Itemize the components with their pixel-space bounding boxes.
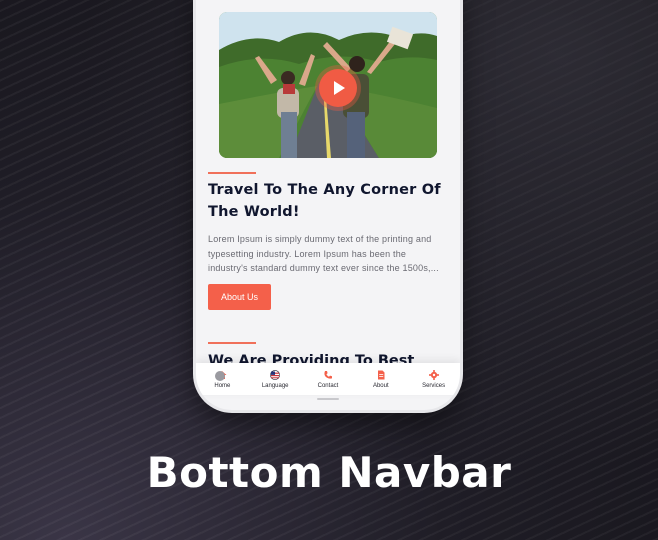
document-icon bbox=[375, 370, 386, 381]
phone-mockup: Travel To The Any Corner Of The World! L… bbox=[196, 0, 460, 410]
gear-icon bbox=[428, 370, 439, 381]
title-accent-line bbox=[208, 172, 256, 174]
nav-item-about[interactable]: About bbox=[355, 370, 407, 389]
bottom-navbar: Home Language Contact About Services bbox=[196, 363, 460, 395]
caption-title: Bottom Navbar bbox=[146, 448, 512, 497]
nav-label-home: Home bbox=[214, 382, 231, 389]
article-body: Lorem Ipsum is simply dummy text of the … bbox=[208, 234, 439, 273]
nav-item-language[interactable]: Language bbox=[249, 370, 301, 389]
nav-label-about: About bbox=[372, 382, 389, 389]
play-button[interactable] bbox=[319, 69, 357, 107]
nav-item-services[interactable]: Services bbox=[408, 370, 460, 389]
home-indicator bbox=[317, 398, 339, 400]
nav-label-language: Language bbox=[261, 382, 289, 389]
nav-label-contact: Contact bbox=[317, 382, 339, 389]
phone-screen: Travel To The Any Corner Of The World! L… bbox=[196, 0, 460, 410]
nav-label-services: Services bbox=[422, 382, 446, 389]
video-thumbnail[interactable] bbox=[219, 12, 437, 158]
phone-icon bbox=[322, 370, 333, 381]
nav-item-contact[interactable]: Contact bbox=[302, 370, 354, 389]
about-us-button[interactable]: About Us bbox=[208, 284, 271, 310]
section-accent-line bbox=[208, 342, 256, 344]
flag-icon bbox=[270, 370, 281, 381]
touch-indicator bbox=[215, 371, 225, 381]
article-title: Travel To The Any Corner Of The World! bbox=[208, 182, 441, 220]
